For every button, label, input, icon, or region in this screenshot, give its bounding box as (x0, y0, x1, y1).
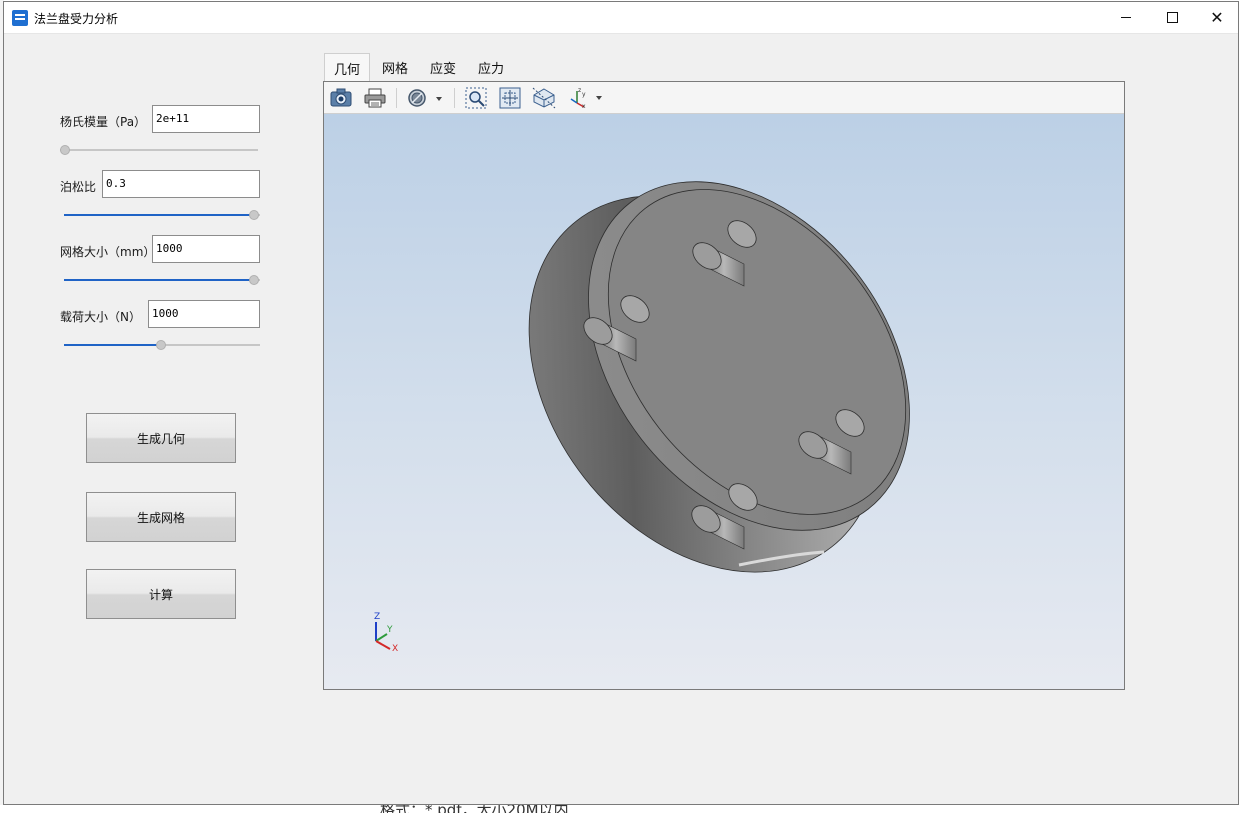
youngs-modulus-label: 杨氏模量（Pa） (60, 115, 147, 129)
youngs-modulus-input[interactable]: 2e+11 (152, 105, 260, 133)
background-app-bottom: 格式：*.pdf，大小20M以内 (0, 805, 1243, 813)
iso-view-icon[interactable] (531, 86, 557, 110)
tab-stress[interactable]: 应力 (468, 53, 514, 82)
minimize-icon (1121, 17, 1131, 18)
toolbar-separator (396, 88, 397, 108)
maximize-button[interactable] (1149, 2, 1195, 33)
axis-y-label: Y (386, 625, 393, 635)
background-hint-text: 格式：*.pdf，大小20M以内 (380, 805, 569, 813)
slider-thumb[interactable] (60, 145, 70, 155)
load-size-slider[interactable] (64, 339, 260, 351)
axes-view-icon[interactable]: z y x (567, 86, 607, 110)
generate-geometry-button[interactable]: 生成几何 (86, 413, 236, 463)
viewer-toolbar: z y x (324, 82, 1124, 114)
window-title: 法兰盘受力分析 (34, 12, 119, 26)
display-mode-icon[interactable] (406, 86, 446, 110)
svg-text:z: z (578, 87, 581, 94)
slider-track (60, 149, 258, 151)
3d-viewport[interactable]: Z Y X (324, 114, 1124, 689)
slider-thumb[interactable] (249, 210, 259, 220)
tab-geometry[interactable]: 几何 (324, 53, 370, 82)
app-icon (12, 10, 28, 26)
toolbar-separator (454, 88, 455, 108)
zoom-window-icon[interactable] (463, 86, 489, 110)
slider-fill (64, 214, 252, 216)
axis-triad: Z Y X (374, 612, 398, 654)
svg-text:y: y (582, 91, 586, 98)
close-icon: ✕ (1210, 7, 1224, 27)
tab-strain[interactable]: 应变 (420, 53, 466, 82)
mesh-size-label: 网格大小（mm） (60, 245, 156, 259)
load-size-input[interactable]: 1000 (148, 300, 260, 328)
poisson-ratio-input[interactable]: 0.3 (102, 170, 260, 198)
generate-mesh-button[interactable]: 生成网格 (86, 492, 236, 542)
svg-text:x: x (582, 103, 586, 109)
poisson-ratio-slider[interactable] (64, 209, 260, 221)
fit-all-icon[interactable] (497, 86, 523, 110)
load-size-label: 载荷大小（N） (60, 310, 141, 324)
slider-fill (64, 344, 160, 346)
mesh-size-input[interactable]: 1000 (152, 235, 260, 263)
title-bar[interactable]: 法兰盘受力分析 ✕ (4, 2, 1238, 34)
viewer-panel: z y x Z Y X (323, 81, 1125, 690)
maximize-icon (1166, 12, 1178, 23)
poisson-ratio-label: 泊松比 (60, 180, 97, 194)
slider-fill (64, 279, 252, 281)
main-window: 法兰盘受力分析 ✕ 杨氏模量（Pa） 2e+11 泊松比 0.3 网格大小（mm… (3, 1, 1239, 805)
print-icon[interactable] (362, 86, 388, 110)
slider-thumb[interactable] (249, 275, 259, 285)
flange-model: Z Y X (374, 181, 910, 654)
close-button[interactable]: ✕ (1194, 2, 1240, 33)
axis-x-label: X (392, 644, 398, 654)
tab-mesh[interactable]: 网格 (372, 53, 418, 82)
camera-icon[interactable] (328, 86, 354, 110)
compute-button[interactable]: 计算 (86, 569, 236, 619)
youngs-modulus-slider[interactable] (60, 144, 258, 156)
mesh-size-slider[interactable] (64, 274, 260, 286)
axis-z-label: Z (374, 612, 380, 622)
slider-thumb[interactable] (156, 340, 166, 350)
minimize-button[interactable] (1103, 2, 1149, 33)
